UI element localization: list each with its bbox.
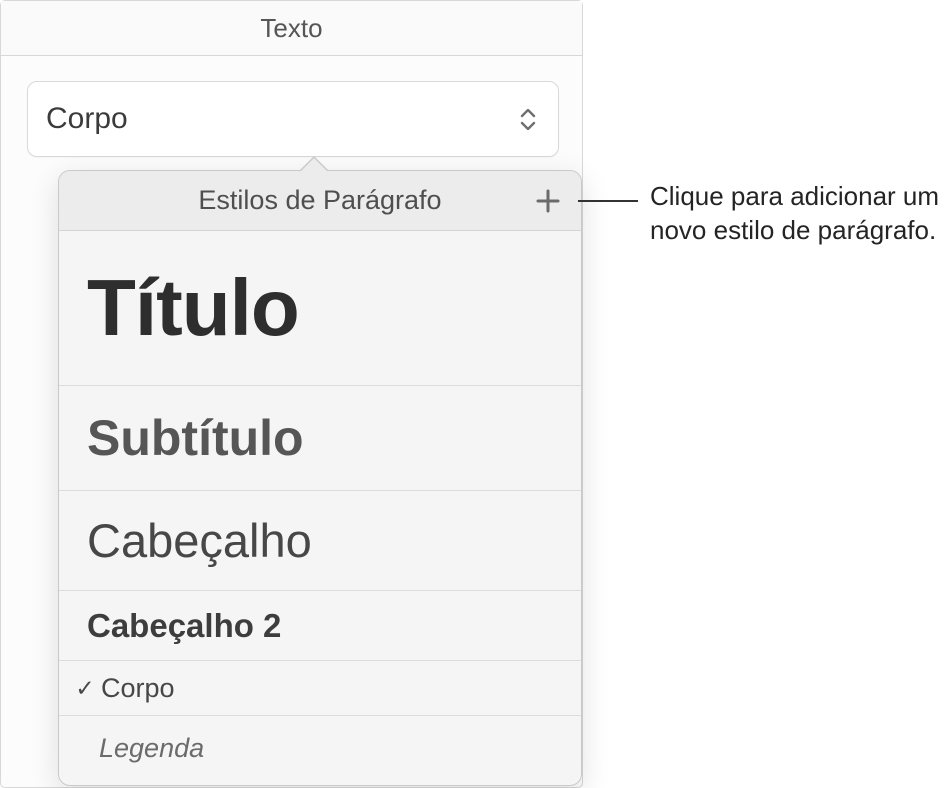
paragraph-style-select-label: Corpo: [46, 102, 128, 136]
style-item-cabecalho[interactable]: Cabeçalho: [59, 491, 581, 591]
style-item-titulo[interactable]: Título: [59, 231, 581, 386]
checkmark-icon: ✓: [73, 675, 97, 702]
style-item-label: Corpo: [101, 673, 175, 704]
style-item-label: Subtítulo: [87, 409, 304, 467]
updown-chevron-icon: [520, 109, 536, 130]
style-item-cabecalho2[interactable]: Cabeçalho 2: [59, 591, 581, 661]
style-item-label: Cabeçalho 2: [87, 607, 281, 645]
callout-leader-line: [578, 200, 638, 202]
callout-text: Clique para adicionar um novo estilo de …: [650, 180, 946, 248]
style-item-legenda[interactable]: Legenda: [59, 716, 581, 780]
popover-title: Estilos de Parágrafo: [198, 185, 441, 216]
panel-header-label: Texto: [260, 13, 322, 44]
style-item-corpo[interactable]: ✓ Corpo: [59, 661, 581, 716]
plus-icon: [535, 188, 561, 214]
style-item-subtitulo[interactable]: Subtítulo: [59, 386, 581, 491]
popover-header: Estilos de Parágrafo: [59, 171, 581, 231]
paragraph-styles-popover: Estilos de Parágrafo Título Subtítulo Ca…: [58, 170, 582, 786]
paragraph-style-select[interactable]: Corpo: [27, 81, 559, 157]
style-item-label: Legenda: [99, 733, 204, 764]
style-item-label: Cabeçalho: [87, 513, 312, 568]
popover-arrow: [300, 158, 328, 172]
style-list: Título Subtítulo Cabeçalho Cabeçalho 2 ✓…: [59, 231, 581, 780]
add-style-button[interactable]: [531, 184, 565, 218]
panel-header: Texto: [1, 1, 582, 56]
style-item-label: Título: [87, 262, 299, 354]
